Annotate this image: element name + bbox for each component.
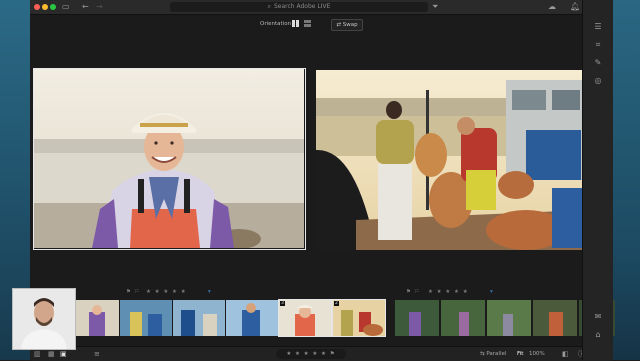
filmstrip-thumb[interactable] <box>487 300 531 336</box>
zoom-level[interactable]: 100% <box>529 350 545 358</box>
filmstrip-thumb[interactable] <box>395 300 439 336</box>
filmstrip-thumb-selected-right[interactable]: 2 <box>332 299 386 337</box>
minimize-window-button[interactable] <box>42 4 48 10</box>
filter-icon[interactable]: ⏷ <box>432 2 438 12</box>
bottom-bar: ▥ ▦ ▣ ≡ ★ ★ ★ ★ ★ ⚑ ⇆ Parallel Fit 100% … <box>30 346 612 361</box>
parallel-label: Parallel <box>486 351 507 357</box>
thumb-number: 2 <box>334 301 339 306</box>
rating-flag-control[interactable]: ★ ★ ★ ★ ★ ⚑ <box>276 349 346 359</box>
fishermen-boat-image <box>316 70 586 250</box>
sort-icon[interactable]: ≡ <box>94 350 100 358</box>
search-icon: ⌕ <box>267 3 271 10</box>
before-after-icon[interactable]: ◧ <box>562 350 569 358</box>
search-input[interactable]: ⌕ Search Adobe LIVE <box>170 2 428 12</box>
bottom-stars: ★ ★ ★ ★ ★ <box>286 351 327 357</box>
filmstrip-thumb[interactable] <box>226 300 278 336</box>
filmstrip-thumb[interactable] <box>120 300 172 336</box>
woman-portrait-image <box>34 69 304 249</box>
panel-toggle-icon[interactable]: ▥ <box>34 350 41 358</box>
top-bottom-orientation-icon[interactable] <box>304 20 311 27</box>
parallel-toggle[interactable]: ⇆ Parallel <box>480 350 506 358</box>
filmstrip-left-color-label[interactable]: ▾ <box>208 289 212 295</box>
grid-icon[interactable]: ▦ <box>48 350 55 358</box>
search-placeholder: Search Adobe LIVE <box>273 3 331 10</box>
filmstrip-right-flags: ⚑ ⚐ <box>406 289 421 295</box>
filmstrip-thumb[interactable] <box>75 300 119 336</box>
sliders-icon[interactable]: ☰ <box>593 22 603 32</box>
thumb-number: 3 <box>280 301 285 306</box>
filmstrip-left-flags: ⚑ ⚐ <box>126 289 141 295</box>
filmstrip-left-stars[interactable]: ★ ★ ★ ★ ★ <box>146 289 187 295</box>
filmstrip-right-stars[interactable]: ★ ★ ★ ★ ★ <box>428 289 469 295</box>
compare-photo-right[interactable] <box>316 70 586 250</box>
compare-photo-left[interactable] <box>33 68 306 250</box>
filmstrip-thumb[interactable] <box>173 300 225 336</box>
keyword-icon[interactable]: ⌂ <box>593 330 603 340</box>
presenter-webcam <box>12 288 76 350</box>
filmstrip-thumb-selected-left[interactable]: 3 <box>278 299 332 337</box>
filmstrip-right-color-label[interactable]: ▾ <box>490 289 494 295</box>
lightroom-window: ▭ ← → ⌕Search Adobe LIVE ⏷ ☁ 🔔︎ ◉ Orient… <box>30 0 615 361</box>
presets-icon[interactable]: ◎ <box>593 76 603 86</box>
sidebar-icon[interactable]: ▭ <box>62 2 70 12</box>
maximize-window-button[interactable] <box>50 4 56 10</box>
presenter-video-image <box>13 289 75 349</box>
swap-label: Swap <box>342 22 358 28</box>
orientation-label: Orientation <box>260 21 292 27</box>
flag-icon: ⚑ <box>329 351 336 357</box>
background-frame-right <box>612 0 640 360</box>
cloud-icon[interactable]: ☁ <box>548 2 556 12</box>
close-window-button[interactable] <box>34 4 40 10</box>
swap-button[interactable]: ⇄ Swap <box>331 19 363 31</box>
back-arrow-icon[interactable]: ← <box>82 2 89 12</box>
title-bar: ▭ ← → ⌕Search Adobe LIVE ⏷ ☁ 🔔︎ ◉ <box>30 0 612 15</box>
fit-zoom-option[interactable]: Fit <box>517 350 523 358</box>
forward-arrow-icon[interactable]: → <box>96 2 103 12</box>
comment-icon[interactable]: ✉ <box>593 312 603 322</box>
bell-icon[interactable]: 🔔︎ <box>570 2 580 12</box>
crop-icon[interactable]: ⌗ <box>593 40 603 50</box>
compare-view-icon[interactable]: ▣ <box>60 350 67 358</box>
side-by-side-orientation-icon[interactable] <box>292 20 299 27</box>
brush-icon[interactable]: ✎ <box>593 58 603 68</box>
right-tool-panel: ☰ ⌗ ✎ ◎ ✉ ⌂ <box>582 0 613 360</box>
filmstrip-thumb[interactable] <box>533 300 577 336</box>
filmstrip-thumb[interactable] <box>441 300 485 336</box>
filmstrip: 3 2 <box>75 299 615 337</box>
